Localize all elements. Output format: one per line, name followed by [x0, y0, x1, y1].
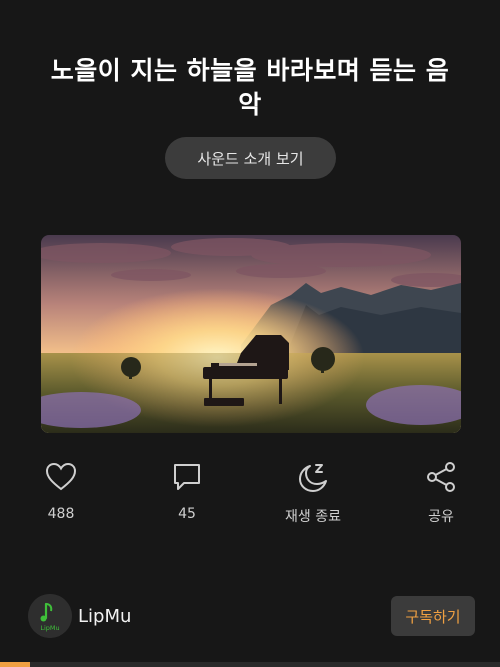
action-bar: 488 45 재생 종료 공유 — [0, 460, 500, 530]
logo-text: LipMu — [40, 624, 59, 632]
like-count: 488 — [47, 506, 75, 522]
comment-icon — [174, 464, 200, 490]
sleep-timer-icon — [299, 464, 327, 492]
channel-info[interactable]: LipMu LipMu — [28, 594, 131, 638]
lipmu-logo: LipMu — [28, 594, 72, 638]
heart-icon — [45, 462, 77, 491]
sound-intro-button[interactable]: 사운드 소개 보기 — [165, 137, 336, 179]
channel-avatar[interactable]: LipMu — [28, 594, 72, 638]
playback-progress-bar[interactable] — [0, 662, 500, 667]
sleep-timer-action[interactable]: 재생 종료 — [263, 460, 363, 530]
share-action[interactable]: 공유 — [391, 460, 491, 530]
like-action[interactable]: 488 — [11, 460, 111, 530]
share-label: 공유 — [428, 509, 454, 525]
comment-count: 45 — [178, 506, 196, 522]
channel-name[interactable]: LipMu — [78, 606, 131, 627]
page-title: 노을이 지는 하늘을 바라보며 듣는 음악 — [50, 56, 450, 119]
playback-progress-fill — [0, 662, 30, 667]
share-icon — [427, 462, 455, 492]
cover-image — [41, 235, 461, 433]
sleep-timer-label: 재생 종료 — [285, 509, 341, 525]
subscribe-button[interactable]: 구독하기 — [391, 596, 475, 636]
comment-action[interactable]: 45 — [137, 460, 237, 530]
